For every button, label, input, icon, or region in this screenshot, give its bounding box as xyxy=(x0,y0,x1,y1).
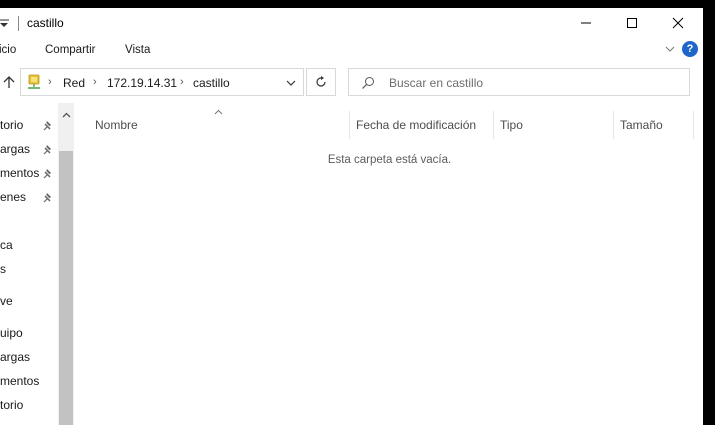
nav-item[interactable]: torio xyxy=(0,118,23,132)
explorer-window: castillo icio Compartir Vista ? › Red › … xyxy=(0,8,703,425)
search-placeholder: Buscar en castillo xyxy=(389,76,484,90)
minimize-icon xyxy=(581,22,591,24)
nav-item[interactable]: uipo xyxy=(0,326,23,340)
minimize-button[interactable] xyxy=(563,8,609,38)
column-divider[interactable] xyxy=(613,111,614,139)
ribbon-tabs: icio Compartir Vista ? xyxy=(0,39,703,63)
nav-item[interactable]: argas xyxy=(0,350,30,364)
pin-icon[interactable] xyxy=(42,168,54,180)
close-button[interactable] xyxy=(655,8,701,38)
nav-item[interactable]: ve xyxy=(0,294,13,308)
nav-item[interactable]: mentos xyxy=(0,374,39,388)
nav-item[interactable]: ca xyxy=(0,238,13,252)
nav-item[interactable]: argas xyxy=(0,142,30,156)
title-bar: castillo xyxy=(0,8,703,39)
scrollbar-thumb[interactable] xyxy=(59,151,73,425)
close-icon xyxy=(672,17,684,29)
scroll-up-arrow-icon[interactable] xyxy=(62,112,71,118)
pin-icon[interactable] xyxy=(42,144,54,156)
search-box[interactable]: Buscar en castillo xyxy=(348,68,690,96)
help-icon[interactable]: ? xyxy=(682,41,698,57)
column-divider[interactable] xyxy=(493,111,494,139)
tab-inicio[interactable]: icio xyxy=(0,44,16,56)
chevron-right-icon[interactable]: › xyxy=(93,76,97,88)
tab-vista[interactable]: Vista xyxy=(125,44,150,56)
nav-item[interactable]: mentos xyxy=(0,166,39,180)
column-header-modified[interactable]: Fecha de modificación xyxy=(356,118,476,132)
nav-item[interactable]: enes xyxy=(0,190,26,204)
pin-icon[interactable] xyxy=(42,192,54,204)
breadcrumb-castillo[interactable]: castillo xyxy=(193,76,230,90)
navigation-pane: torio argas mentos enes ca s ve uipo arg… xyxy=(0,103,74,425)
address-bar[interactable]: › Red › 172.19.14.31 › castillo xyxy=(20,68,304,96)
sort-ascending-icon xyxy=(214,109,223,115)
up-arrow-icon[interactable] xyxy=(2,75,16,89)
column-divider[interactable] xyxy=(349,111,350,139)
column-header-type[interactable]: Tipo xyxy=(500,118,523,132)
refresh-button[interactable] xyxy=(306,68,336,96)
navigation-bar: › Red › 172.19.14.31 › castillo Buscar e… xyxy=(0,63,703,103)
file-list: Nombre Fecha de modificación Tipo Tamaño… xyxy=(76,103,703,425)
address-dropdown-icon[interactable] xyxy=(285,78,297,88)
quick-access-dropdown-icon[interactable] xyxy=(0,16,10,30)
column-header-name[interactable]: Nombre xyxy=(95,118,138,132)
refresh-icon xyxy=(316,76,326,87)
column-divider[interactable] xyxy=(693,111,694,139)
nav-item[interactable]: torio xyxy=(0,398,23,412)
nav-scrollbar[interactable] xyxy=(58,103,74,425)
chevron-right-icon[interactable]: › xyxy=(180,76,184,88)
pin-icon[interactable] xyxy=(42,120,54,132)
title-separator xyxy=(18,16,19,31)
expand-ribbon-chevron-icon[interactable] xyxy=(664,43,676,55)
breadcrumb-host[interactable]: 172.19.14.31 xyxy=(107,76,177,90)
window-title: castillo xyxy=(27,16,64,30)
network-icon xyxy=(28,74,40,89)
nav-item[interactable]: s xyxy=(0,262,6,276)
column-header-size[interactable]: Tamaño xyxy=(620,118,663,132)
maximize-icon xyxy=(627,18,637,28)
search-icon xyxy=(362,77,374,89)
tab-compartir[interactable]: Compartir xyxy=(45,44,95,56)
empty-folder-message: Esta carpeta está vacía. xyxy=(327,154,452,166)
chevron-right-icon[interactable]: › xyxy=(48,76,52,88)
breadcrumb-red[interactable]: Red xyxy=(63,76,85,90)
maximize-button[interactable] xyxy=(609,8,655,38)
